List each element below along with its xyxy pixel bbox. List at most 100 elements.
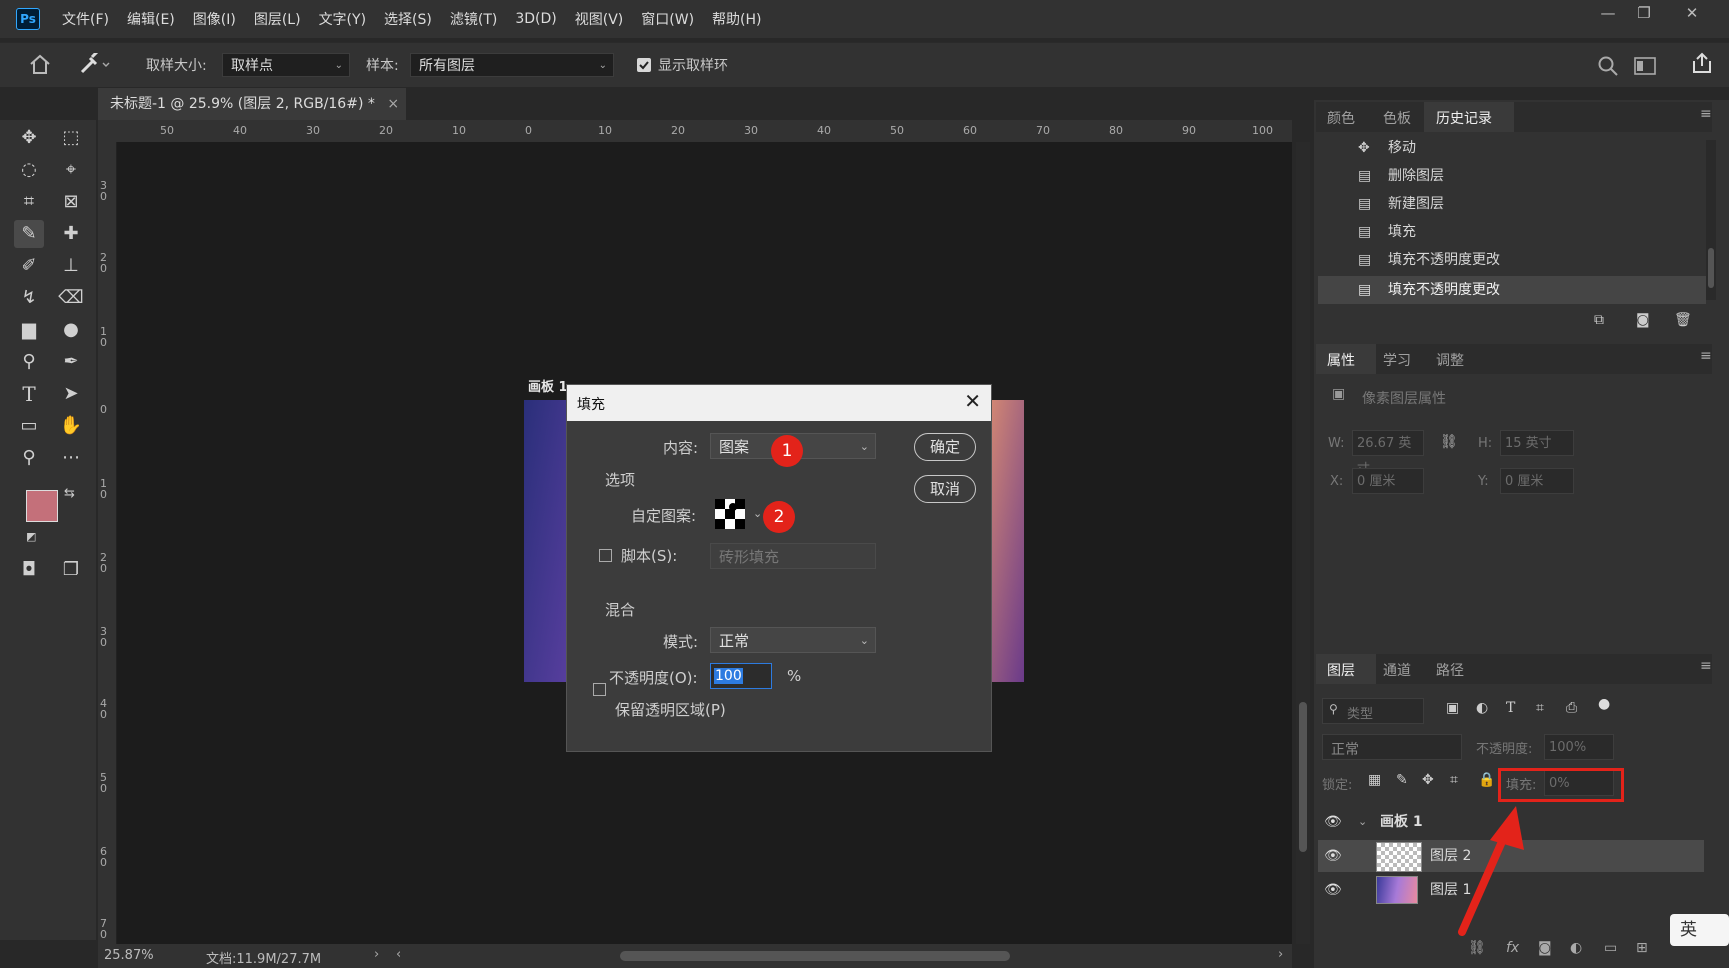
x-field[interactable]: 0 厘米	[1352, 468, 1424, 494]
artboard-label[interactable]: 画板 1	[528, 376, 568, 395]
history-item[interactable]: ▤ 删除图层	[1318, 162, 1706, 190]
tab-properties[interactable]: 属性	[1327, 350, 1355, 370]
lock-position-icon[interactable]: ✥	[1422, 772, 1434, 788]
new-layer-icon[interactable]: ⊞	[1636, 940, 1648, 956]
filter-smart-object-icon[interactable]: ⎙	[1566, 700, 1577, 716]
workspace-icon[interactable]	[1634, 57, 1656, 75]
visibility-eye-icon[interactable]: 👁	[1324, 840, 1342, 872]
layer-opacity-field[interactable]: 100%	[1544, 734, 1614, 760]
mode-select[interactable]: 正常 ⌄	[710, 627, 876, 653]
eyedropper-tool-icon[interactable]	[78, 53, 112, 75]
history-item[interactable]: ▤ 填充不透明度更改	[1318, 246, 1706, 274]
gradient-tool-icon[interactable]: ▆	[14, 316, 44, 344]
cancel-button[interactable]: 取消	[914, 475, 976, 503]
blend-mode-select[interactable]: 正常	[1322, 734, 1462, 760]
maximize-button[interactable]: ❐	[1622, 0, 1666, 28]
scroll-left-icon[interactable]: ‹	[396, 947, 401, 962]
pattern-picker-chevron-icon[interactable]: ⌄	[753, 507, 762, 520]
status-arrow-icon[interactable]: ›	[374, 947, 379, 962]
tab-color[interactable]: 颜色	[1327, 108, 1355, 128]
brush-tool-icon[interactable]: ✐	[14, 252, 44, 280]
quick-select-tool-icon[interactable]: ⌖	[56, 156, 86, 184]
foreground-color-swatch[interactable]	[26, 490, 58, 522]
filter-toggle-icon[interactable]: ●	[1598, 696, 1610, 712]
chevron-down-icon[interactable]: ⌄	[1358, 806, 1367, 838]
tab-channels[interactable]: 通道	[1383, 660, 1411, 680]
document-tab[interactable]: 未标题-1 @ 25.9% (图层 2, RGB/16#) * ×	[98, 88, 406, 120]
tab-layers[interactable]: 图层	[1327, 660, 1355, 680]
tab-history[interactable]: 历史记录	[1436, 108, 1492, 128]
history-item[interactable]: ▤ 新建图层	[1318, 190, 1706, 218]
more-tools-icon[interactable]: ⋯	[56, 444, 86, 472]
close-icon[interactable]: ✕	[964, 389, 981, 413]
stamp-tool-icon[interactable]: ⊥	[56, 252, 86, 280]
panel-menu-icon[interactable]: ≡	[1700, 348, 1712, 364]
screen-mode-icon[interactable]: ❐	[56, 556, 86, 584]
healing-brush-tool-icon[interactable]: ✚	[56, 220, 86, 248]
hand-tool-icon[interactable]: ✋	[56, 412, 86, 440]
horizontal-scrollbar-thumb[interactable]	[620, 951, 1010, 961]
tab-paths[interactable]: 路径	[1436, 660, 1464, 680]
close-tab-icon[interactable]: ×	[387, 96, 399, 112]
blur-tool-icon[interactable]: ●	[56, 316, 86, 344]
history-item[interactable]: ▤ 填充	[1318, 218, 1706, 246]
y-field[interactable]: 0 厘米	[1500, 468, 1574, 494]
vertical-scrollbar[interactable]	[1296, 142, 1310, 944]
filter-type-icon[interactable]: T	[1506, 700, 1515, 716]
zoom-tool-icon[interactable]: ⚲	[14, 444, 44, 472]
visibility-eye-icon[interactable]: 👁	[1324, 806, 1342, 838]
path-select-tool-icon[interactable]: ➤	[56, 380, 86, 408]
new-group-icon[interactable]: ▭	[1604, 940, 1617, 956]
menu-image[interactable]: 图像(I)	[193, 9, 236, 29]
frame-tool-icon[interactable]: ⊠	[56, 188, 86, 216]
lock-pixels-icon[interactable]: ✎	[1396, 772, 1408, 788]
eraser-tool-icon[interactable]: ⌫	[56, 284, 86, 312]
tab-swatches[interactable]: 色板	[1383, 108, 1411, 128]
filter-shape-icon[interactable]: ⌗	[1536, 700, 1544, 716]
menu-3d[interactable]: 3D(D)	[515, 11, 556, 27]
eyedropper-tool-icon[interactable]: ✎	[14, 220, 44, 248]
add-mask-icon[interactable]: ◙	[1538, 940, 1552, 956]
menu-file[interactable]: 文件(F)	[62, 9, 109, 29]
home-icon[interactable]	[28, 53, 52, 75]
share-icon[interactable]	[1690, 51, 1714, 75]
dialog-title-bar[interactable]: 填充 ✕	[567, 385, 991, 421]
panel-menu-icon[interactable]: ≡	[1700, 106, 1712, 122]
type-tool-icon[interactable]: T	[14, 380, 44, 408]
visibility-eye-icon[interactable]: 👁	[1324, 874, 1342, 906]
rectangle-tool-icon[interactable]: ▭	[14, 412, 44, 440]
swap-colors-icon[interactable]: ⇆	[64, 486, 75, 501]
quick-mask-icon[interactable]: ◘	[14, 556, 44, 584]
search-icon[interactable]	[1597, 55, 1619, 77]
ok-button[interactable]: 确定	[914, 433, 976, 461]
trash-icon[interactable]: 🗑	[1674, 312, 1692, 328]
fx-icon[interactable]: fx	[1506, 940, 1519, 956]
filter-adjustment-icon[interactable]: ◐	[1476, 700, 1488, 716]
link-layers-icon[interactable]: ⛓	[1468, 940, 1486, 956]
default-colors-icon[interactable]: ◩	[26, 530, 36, 543]
move-tool-icon[interactable]: ✥	[14, 124, 44, 152]
pen-tool-icon[interactable]: ✒	[56, 348, 86, 376]
script-select[interactable]: 砖形填充	[710, 543, 876, 569]
adjustment-layer-icon[interactable]: ◐	[1570, 940, 1582, 956]
scrollbar-thumb[interactable]	[1299, 702, 1307, 852]
lock-artboard-icon[interactable]: ⌗	[1450, 772, 1458, 788]
preserve-transparency-checkbox[interactable]	[593, 683, 606, 696]
sample-size-select[interactable]: 取样点 ⌄	[222, 53, 350, 77]
tab-learn[interactable]: 学习	[1383, 350, 1411, 370]
history-item-selected[interactable]: ▤ 填充不透明度更改	[1318, 276, 1706, 304]
lock-transparent-icon[interactable]: ▦	[1368, 772, 1381, 788]
height-field[interactable]: 15 英寸	[1500, 430, 1574, 456]
history-scrollbar[interactable]	[1706, 140, 1716, 300]
panel-menu-icon[interactable]: ≡	[1700, 658, 1712, 674]
lasso-tool-icon[interactable]: ◌	[14, 156, 44, 184]
sample-select[interactable]: 所有图层 ⌄	[410, 53, 614, 77]
width-field[interactable]: 26.67 英寸	[1352, 430, 1424, 477]
history-brush-tool-icon[interactable]: ↯	[14, 284, 44, 312]
menu-edit[interactable]: 编辑(E)	[127, 9, 175, 29]
crop-tool-icon[interactable]: ⌗	[14, 188, 44, 216]
menu-help[interactable]: 帮助(H)	[712, 9, 761, 29]
scrollbar-thumb[interactable]	[1708, 248, 1714, 288]
menu-select[interactable]: 选择(S)	[384, 9, 432, 29]
opacity-input[interactable]: 100	[710, 663, 772, 689]
